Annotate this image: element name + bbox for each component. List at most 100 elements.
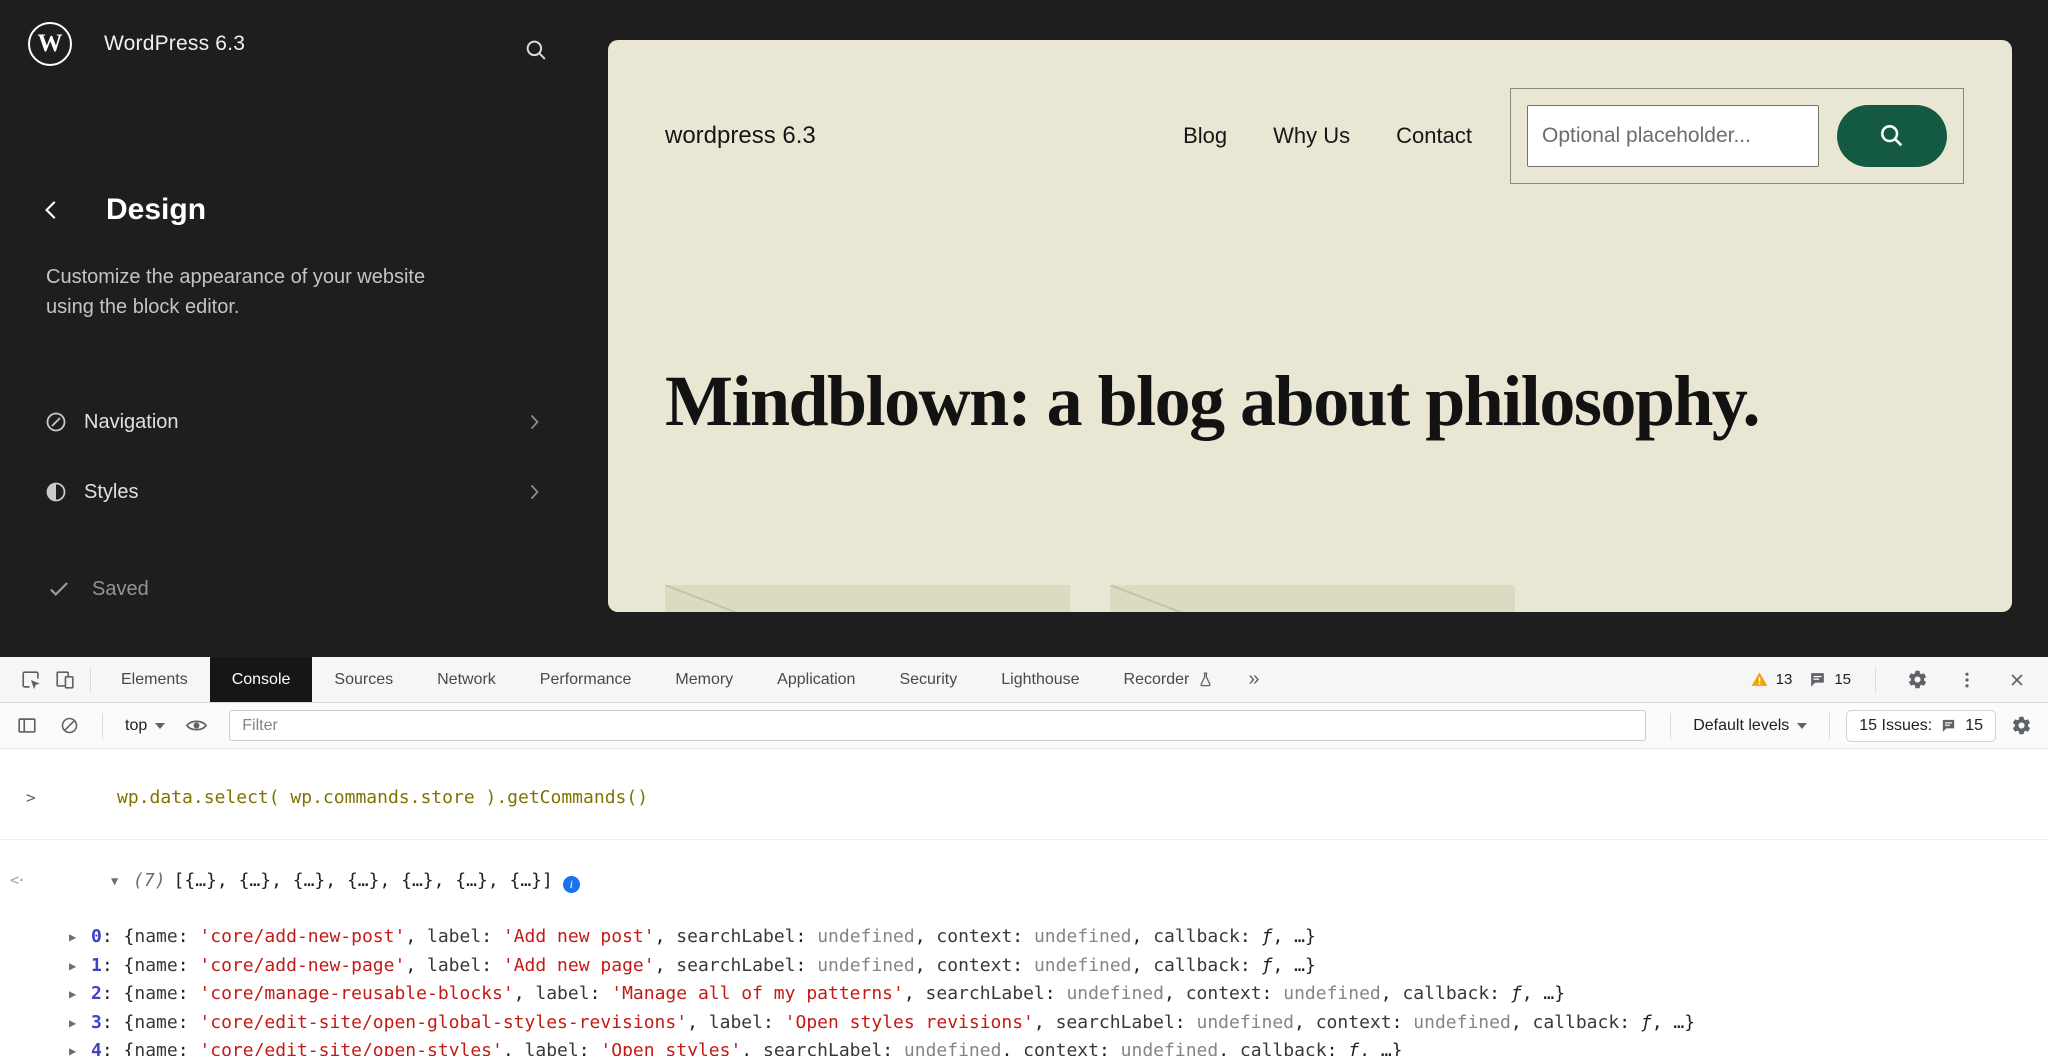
console-entry-0[interactable]: ▶0: {name: 'core/add-new-post', label: '…	[0, 923, 2048, 952]
admin-bar: W WordPress 6.3	[28, 22, 245, 66]
token: ,	[915, 926, 937, 947]
token: callback	[1240, 1040, 1327, 1056]
token: ƒ	[1641, 1012, 1652, 1033]
more-options-button[interactable]	[1950, 663, 1984, 697]
console-message-count[interactable]: 15	[1808, 670, 1851, 689]
chevron-right-icon	[522, 480, 546, 504]
warning-count[interactable]: 13	[1750, 670, 1793, 689]
token: context	[1023, 1040, 1099, 1056]
token: :	[1327, 1040, 1349, 1056]
site-search-button[interactable]	[1837, 105, 1947, 167]
context-selector[interactable]: top	[119, 717, 171, 735]
kebab-menu-icon	[1957, 670, 1977, 690]
token: ,	[1294, 1012, 1316, 1033]
tab-performance[interactable]: Performance	[518, 657, 654, 702]
navigation-icon	[44, 410, 68, 434]
collapse-arrow-icon[interactable]: ▼	[111, 868, 127, 896]
site-title[interactable]: wordpress 6.3	[665, 122, 816, 150]
tab-recorder[interactable]: Recorder	[1102, 657, 1237, 702]
tab-network[interactable]: Network	[415, 657, 518, 702]
token: ,	[1511, 1012, 1533, 1033]
device-toolbar-icon	[54, 669, 76, 691]
tab-application[interactable]: Application	[755, 657, 877, 702]
token: : {	[102, 983, 135, 1004]
site-nav-link-why-us[interactable]: Why Us	[1273, 123, 1350, 149]
site-preview[interactable]: wordpress 6.3 BlogWhy UsContact Mindblow…	[608, 40, 2012, 612]
gear-icon	[2011, 715, 2032, 736]
token: :	[178, 926, 200, 947]
token: :	[1045, 983, 1067, 1004]
console-command[interactable]: >wp.data.select( wp.commands.store ).get…	[0, 756, 2048, 840]
close-devtools-button[interactable]	[2000, 663, 2034, 697]
info-icon[interactable]: i	[563, 876, 580, 893]
token: :	[763, 1012, 785, 1033]
search-icon	[1878, 122, 1906, 150]
token: label	[427, 926, 481, 947]
live-expression-button[interactable]	[179, 709, 213, 743]
inspect-element-button[interactable]	[14, 663, 48, 697]
token: callback	[1153, 955, 1240, 976]
token: 0	[91, 926, 102, 947]
token: callback	[1153, 926, 1240, 947]
site-nav-link-blog[interactable]: Blog	[1183, 123, 1227, 149]
search-button[interactable]	[520, 34, 552, 66]
tab-memory[interactable]: Memory	[653, 657, 755, 702]
search-icon	[523, 37, 549, 63]
placeholder-diagonal-line	[1110, 585, 1515, 612]
log-levels-selector[interactable]: Default levels	[1687, 717, 1813, 735]
sidebar-item-styles[interactable]: Styles	[30, 457, 552, 527]
token: label	[427, 955, 481, 976]
tab-security[interactable]: Security	[877, 657, 979, 702]
tab-console[interactable]: Console	[210, 657, 313, 702]
token: ,	[503, 1040, 525, 1056]
console-sidebar-toggle[interactable]	[10, 709, 44, 743]
token: 3	[91, 1012, 102, 1033]
styles-icon	[44, 480, 68, 504]
clear-console-button[interactable]	[52, 709, 86, 743]
devtools-tabbar: ElementsConsoleSources Network Performance…	[0, 657, 2048, 703]
console-entry-3[interactable]: ▶3: {name: 'core/edit-site/open-global-s…	[0, 1009, 2048, 1038]
token: :	[178, 1012, 200, 1033]
device-toolbar-button[interactable]	[48, 663, 82, 697]
more-tabs-button[interactable]: »	[1236, 668, 1271, 691]
back-button[interactable]	[36, 194, 68, 226]
wordpress-logo-icon[interactable]: W	[28, 22, 72, 66]
app-title: WordPress 6.3	[104, 32, 245, 56]
console-entry-1[interactable]: ▶1: {name: 'core/add-new-page', label: '…	[0, 952, 2048, 981]
expand-arrow-icon: ▶	[69, 981, 85, 1009]
token: ,	[915, 955, 937, 976]
token: ,	[514, 983, 536, 1004]
token: 'Add new page'	[503, 955, 655, 976]
token: :	[178, 955, 200, 976]
panel-description: Customize the appearance of your website…	[46, 262, 446, 322]
issues-button[interactable]: 15 Issues: 15	[1846, 710, 1996, 742]
token: :	[1175, 1012, 1197, 1033]
console-entry-4[interactable]: ▶4: {name: 'core/edit-site/open-styles',…	[0, 1037, 2048, 1056]
sidebar-item-navigation[interactable]: Navigation	[30, 387, 552, 457]
token: :	[1099, 1040, 1121, 1056]
site-search-input[interactable]	[1527, 105, 1819, 167]
token: name	[134, 955, 177, 976]
token: 'Manage all of my patterns'	[611, 983, 904, 1004]
console-entry-2[interactable]: ▶2: {name: 'core/manage-reusable-blocks'…	[0, 980, 2048, 1009]
tab-label: Network	[437, 671, 496, 689]
site-nav-link-contact[interactable]: Contact	[1396, 123, 1472, 149]
inspect-icon	[20, 669, 42, 691]
token: undefined	[817, 955, 915, 976]
console-settings-button[interactable]	[2004, 709, 2038, 743]
settings-button[interactable]	[1900, 663, 1934, 697]
save-status-label: Saved	[92, 578, 149, 601]
tab-sources[interactable]: Sources	[312, 657, 415, 702]
token: ,	[1218, 1040, 1240, 1056]
clear-icon	[59, 715, 80, 736]
token: :	[579, 1040, 601, 1056]
token: undefined	[1034, 955, 1132, 976]
sidebar-item-label: Navigation	[84, 411, 179, 434]
site-header: wordpress 6.3 Blog Why Us Contact	[665, 88, 1964, 184]
console-result[interactable]: <·▼(7)[{…}, {…}, {…}, {…}, {…}, {…}, {…}…	[0, 840, 2048, 924]
tab-lighthouse[interactable]: Lighthouse	[979, 657, 1101, 702]
tab-elements[interactable]: Elements	[99, 657, 210, 702]
console-output[interactable]: >wp.data.select( wp.commands.store ).get…	[0, 750, 2048, 1056]
token: :	[481, 955, 503, 976]
console-filter-input[interactable]	[229, 710, 1646, 741]
